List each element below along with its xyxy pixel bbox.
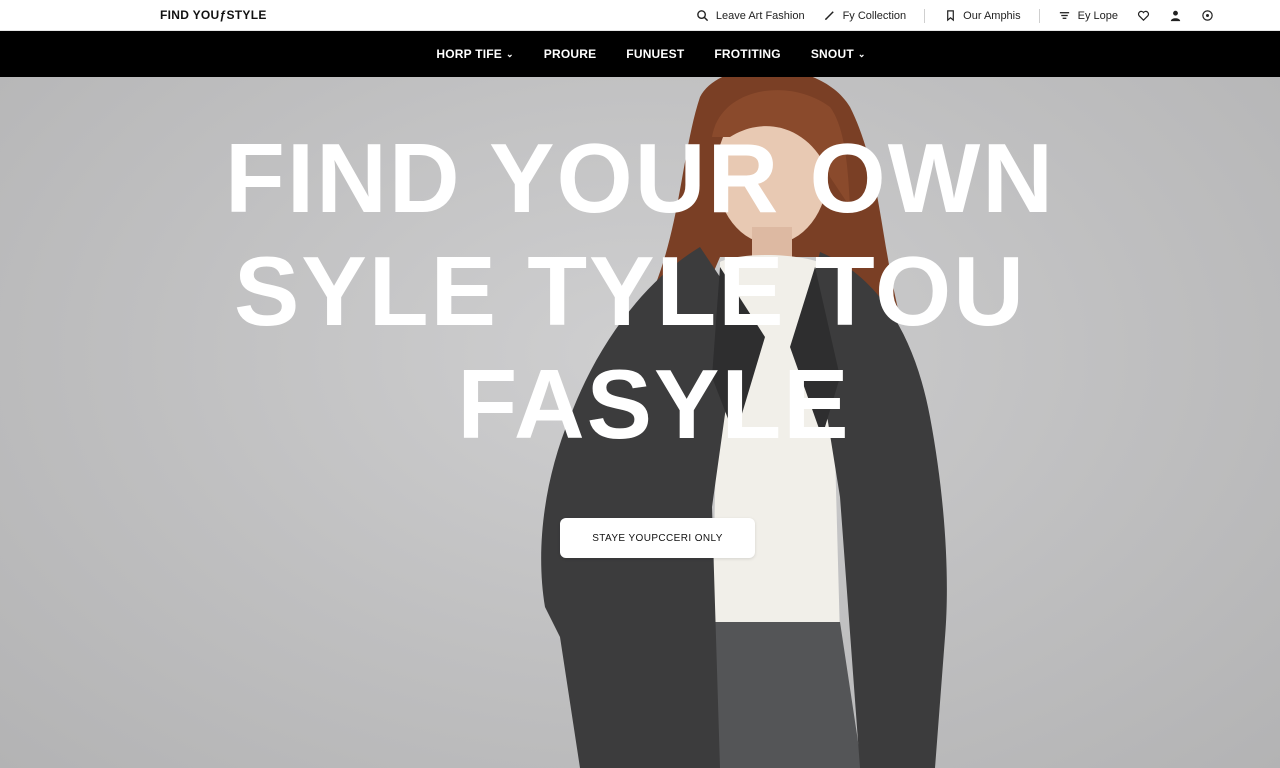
utility-link-label: Fy Collection [842, 9, 907, 22]
nav-item-horp-tife[interactable]: HORP TIFE ⌄ [436, 47, 513, 61]
nav-item-proure[interactable]: PROURE [544, 47, 597, 61]
brand-logo[interactable]: FIND YOUƒSTYLE [160, 8, 267, 22]
utility-link-collection[interactable]: Fy Collection [823, 9, 907, 23]
utility-link-label: Ey Lope [1077, 9, 1118, 22]
utility-link-label: Our Amphis [963, 9, 1021, 22]
hero-model-image [541, 77, 947, 768]
hero-cta-button[interactable]: STAYE YOUPCCERI ONLY [560, 518, 755, 558]
pencil-icon [823, 9, 837, 23]
search-icon [696, 9, 710, 23]
nav-item-label: SNOUT [810, 47, 854, 61]
nav-item-label: FROTITING [714, 47, 781, 61]
utility-link-fashion[interactable]: Leave Art Fashion [696, 9, 805, 23]
chevron-down-icon: ⌄ [506, 48, 514, 59]
heart-icon[interactable] [1136, 9, 1150, 23]
filter-icon [1058, 9, 1072, 23]
utility-link-label: Leave Art Fashion [715, 9, 805, 22]
utility-link-lope[interactable]: Ey Lope [1058, 9, 1118, 23]
bookmark-icon [943, 9, 957, 23]
chevron-down-icon: ⌄ [857, 48, 866, 59]
nav-item-label: HORP TIFE [436, 47, 502, 61]
nav-item-label: PROURE [543, 47, 597, 61]
top-utility-bar: FIND YOUƒSTYLE Leave Art Fashion Fy Coll… [0, 0, 1280, 31]
nav-item-frotiting[interactable]: FROTITING [714, 47, 780, 61]
nav-item-label: FUNUEST [626, 47, 685, 61]
utility-link-amphis[interactable]: Our Amphis [943, 9, 1021, 23]
nav-item-funuest[interactable]: FUNUEST [626, 47, 684, 61]
cart-icon[interactable] [1200, 9, 1214, 23]
nav-item-snout[interactable]: SNOUT ⌄ [811, 47, 866, 61]
main-nav: HORP TIFE ⌄ PROURE FUNUEST FROTITING SNO… [0, 31, 1280, 77]
hero-banner: FIND YOUR OWN SYLE TYLE TOU FASYLE STAYE… [0, 77, 1280, 768]
utility-divider [1038, 8, 1040, 23]
user-icon[interactable] [1168, 9, 1182, 23]
utility-nav: Leave Art Fashion Fy Collection Our Amph… [696, 0, 1214, 31]
utility-divider [924, 8, 926, 23]
